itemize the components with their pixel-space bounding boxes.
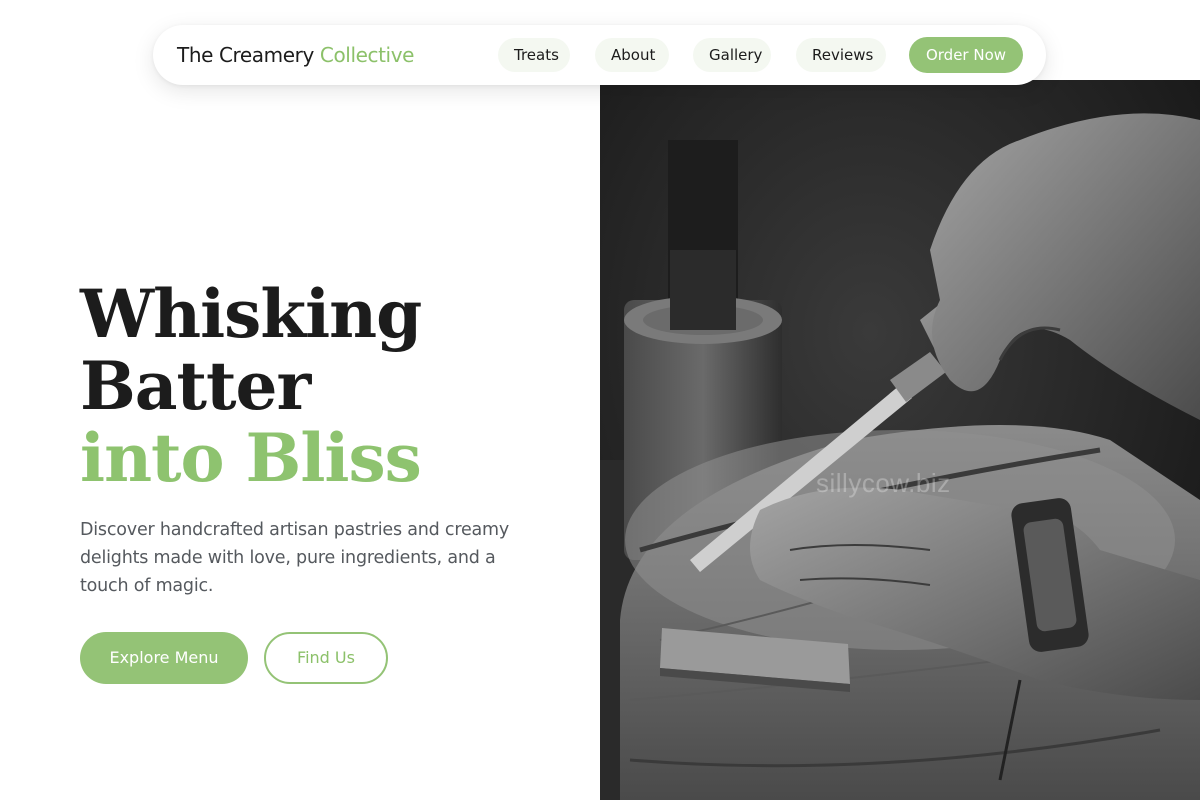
find-us-button[interactable]: Find Us xyxy=(264,632,388,684)
brand-logo[interactable]: The Creamery Collective xyxy=(177,43,414,67)
brand-name-accent: Collective xyxy=(319,43,415,67)
nav-link-treats[interactable]: Treats xyxy=(498,38,570,72)
hero-title-line1: Whisking xyxy=(80,275,422,353)
nav-link-reviews[interactable]: Reviews xyxy=(796,38,886,72)
hero-title-line2: Batter xyxy=(80,347,311,425)
hero-title: Whisking Batter into Bliss xyxy=(80,275,422,497)
top-navigation: The Creamery Collective Treats About Gal… xyxy=(153,25,1046,85)
woodcarving-illustration xyxy=(600,80,1200,800)
explore-menu-button[interactable]: Explore Menu xyxy=(80,632,248,684)
order-now-button[interactable]: Order Now xyxy=(909,37,1023,73)
hero-description: Discover handcrafted artisan pastries an… xyxy=(80,520,510,596)
photo-watermark: sillycow.biz xyxy=(816,468,951,498)
hero-photo: sillycow.biz xyxy=(600,80,1200,800)
nav-link-about[interactable]: About xyxy=(595,38,669,72)
hero-title-line3: into Bliss xyxy=(80,419,422,497)
brand-name: The Creamery xyxy=(177,43,314,67)
nav-link-gallery[interactable]: Gallery xyxy=(693,38,771,72)
